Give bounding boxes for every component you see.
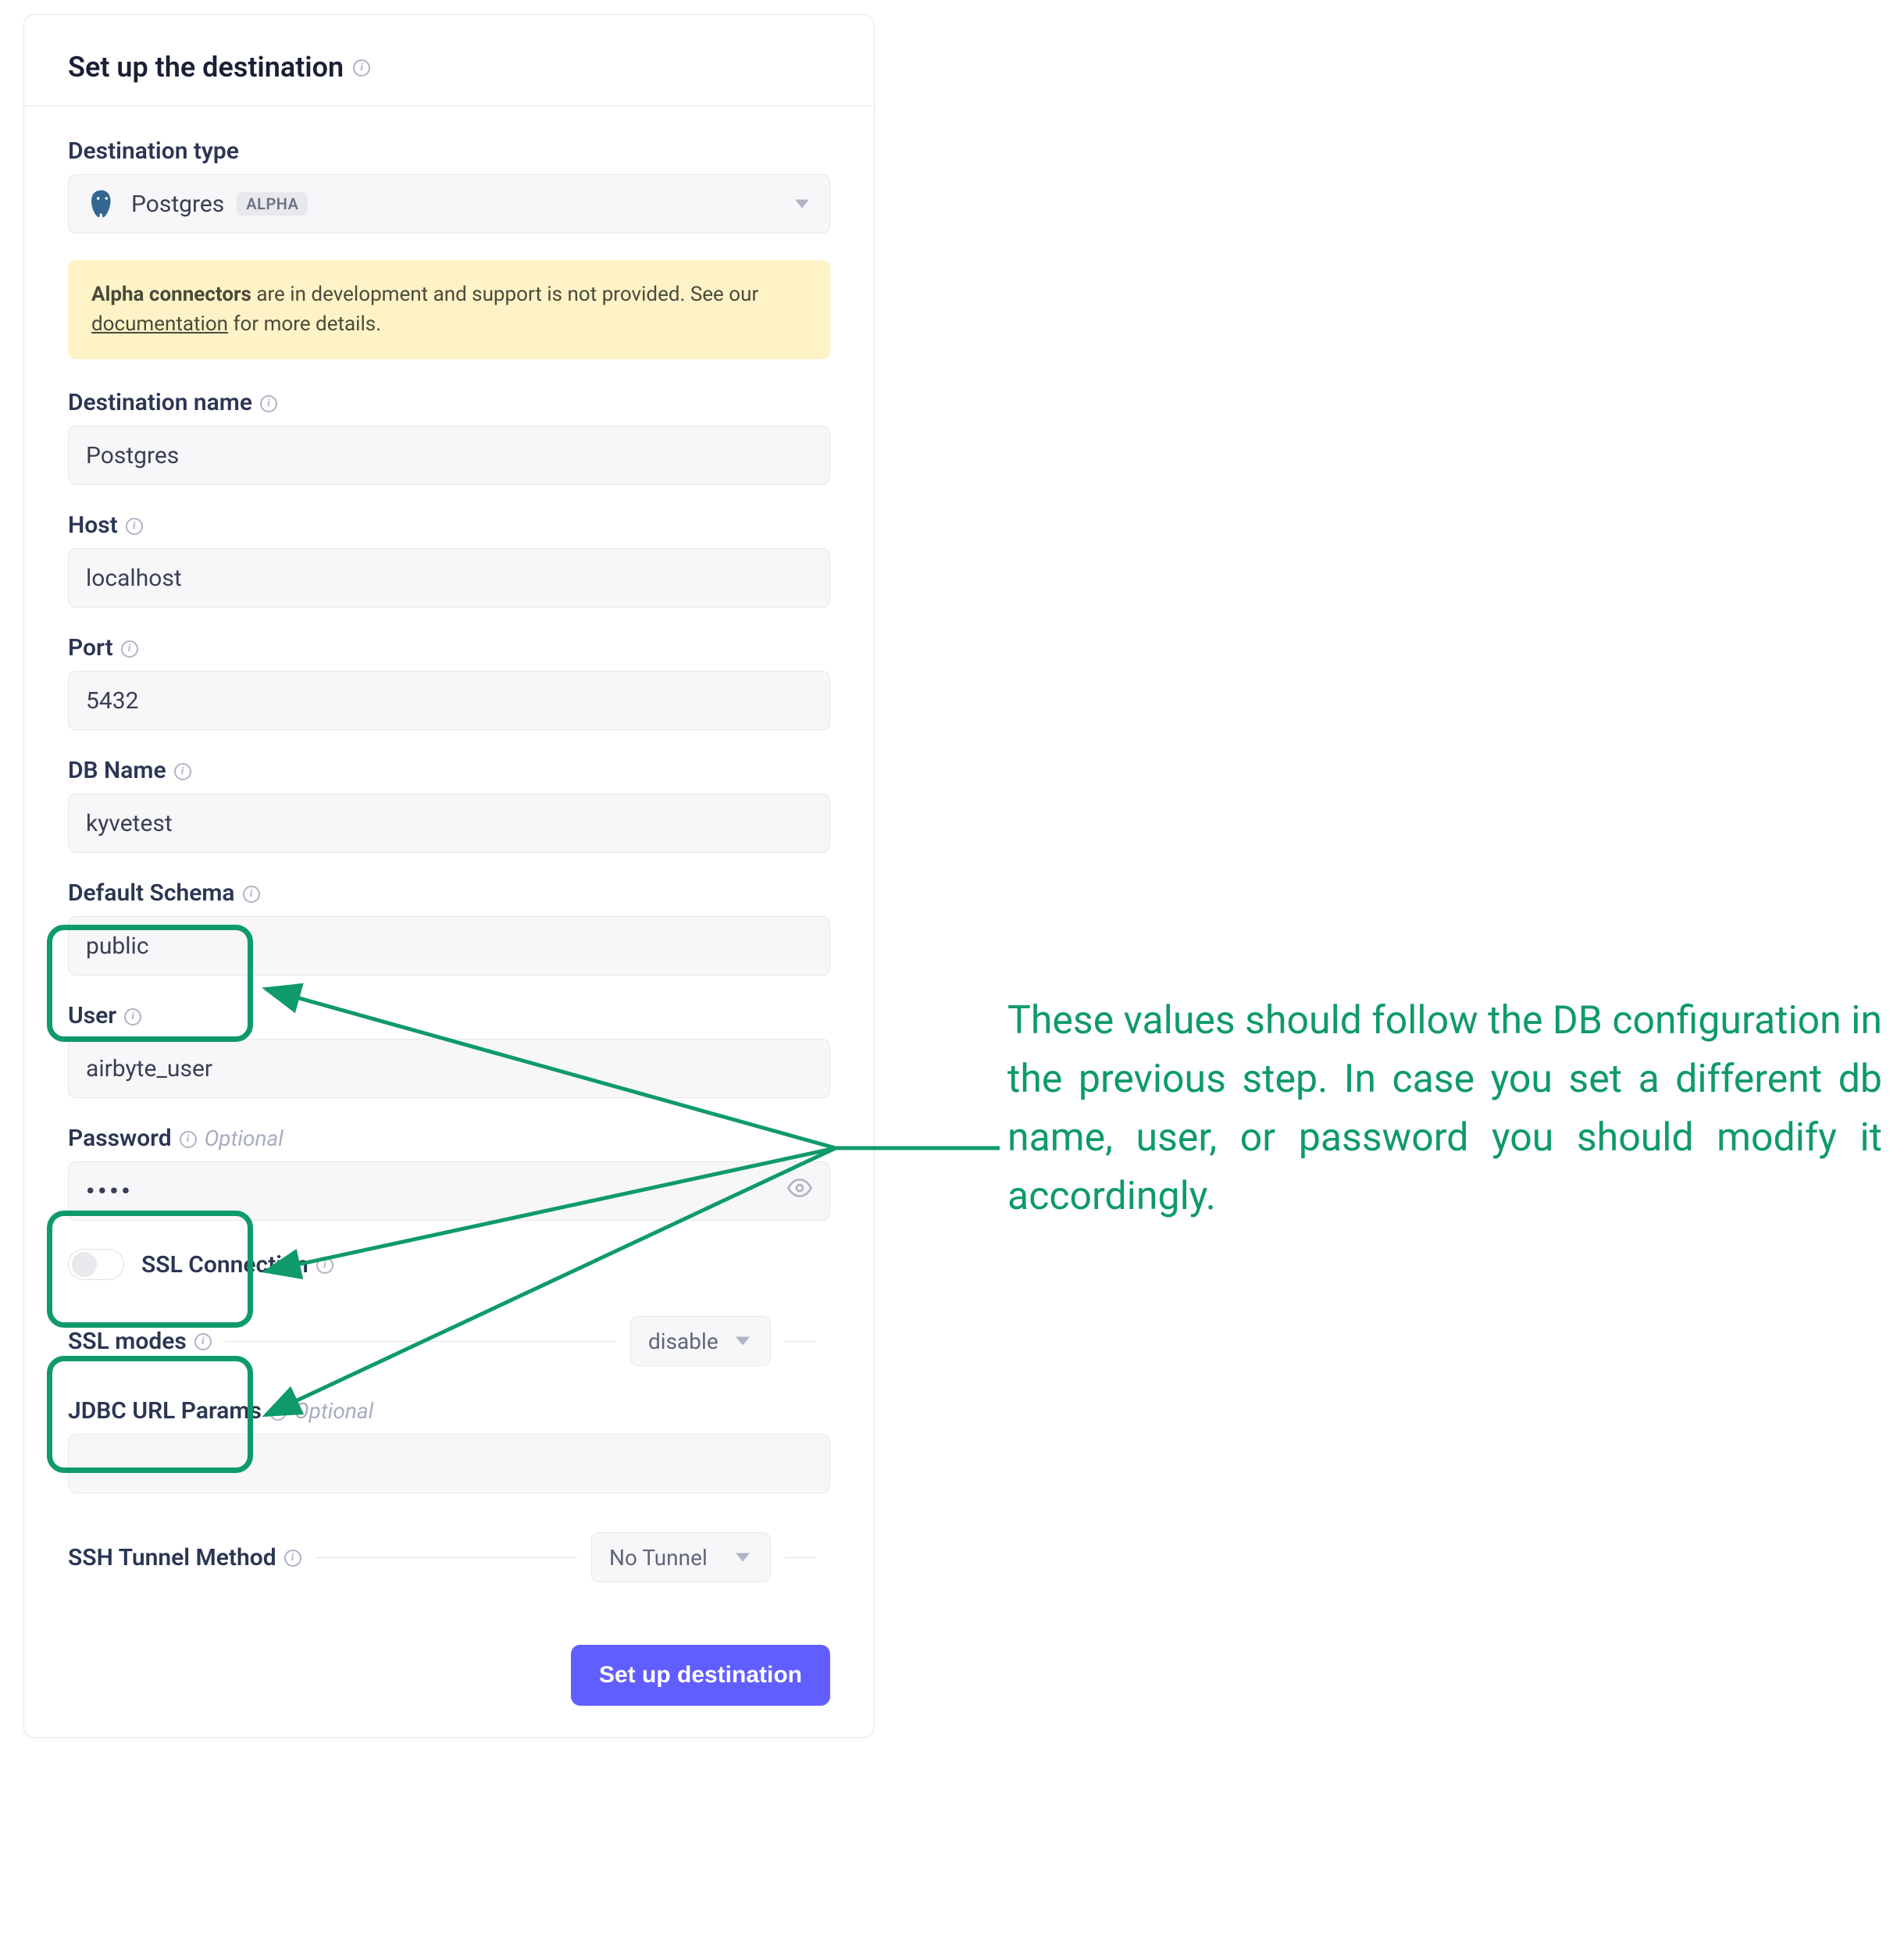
optional-hint: Optional [294, 1398, 373, 1424]
user-input[interactable] [68, 1039, 830, 1098]
optional-hint: Optional [205, 1125, 283, 1151]
alpha-warning-alert: Alpha connectors are in development and … [68, 260, 830, 359]
db-name-label-text: DB Name [68, 757, 166, 784]
field-default-schema: Default Schema [68, 879, 830, 975]
default-schema-label: Default Schema [68, 879, 830, 907]
destination-setup-panel: Set up the destination Destination type … [23, 14, 875, 1738]
panel-body: Destination type Postgres ALPHA Alpha co… [24, 106, 874, 1582]
divider [226, 1341, 616, 1342]
info-icon[interactable] [121, 640, 138, 658]
field-password: Password Optional [68, 1125, 830, 1221]
submit-row: Set up destination [24, 1637, 874, 1706]
password-input-el[interactable] [86, 1178, 812, 1205]
user-label: User [68, 1002, 830, 1029]
port-input[interactable] [68, 671, 830, 730]
destination-type-select[interactable]: Postgres ALPHA [68, 174, 830, 234]
chevron-down-icon [736, 1337, 750, 1346]
db-name-input[interactable] [68, 794, 830, 853]
ssl-modes-label-text: SSL modes [68, 1328, 187, 1355]
annotation-text: These values should follow the DB config… [1007, 992, 1882, 1226]
port-label-text: Port [68, 634, 113, 662]
info-icon[interactable] [260, 395, 277, 412]
ssl-modes-row: SSL modes disable [68, 1316, 830, 1366]
db-name-input-el[interactable] [86, 810, 812, 837]
user-label-text: User [68, 1002, 116, 1029]
info-icon[interactable] [243, 886, 260, 903]
host-input-el[interactable] [86, 565, 812, 592]
ssh-tunnel-label: SSH Tunnel Method [68, 1544, 301, 1571]
divider [785, 1341, 816, 1342]
ssl-connection-row: SSL Connection [68, 1249, 830, 1280]
default-schema-label-text: Default Schema [68, 879, 235, 907]
default-schema-input[interactable] [68, 916, 830, 975]
eye-icon[interactable] [787, 1175, 812, 1207]
host-label-text: Host [68, 512, 118, 539]
host-input[interactable] [68, 548, 830, 608]
field-port: Port [68, 634, 830, 730]
host-label: Host [68, 512, 830, 539]
password-label-text: Password [68, 1125, 172, 1152]
ssl-modes-value: disable [648, 1328, 718, 1354]
alert-rest: are in development and support is not pr… [251, 283, 758, 306]
toggle-knob [72, 1252, 97, 1277]
alert-tail: for more details. [228, 312, 381, 336]
destination-name-label: Destination name [68, 389, 830, 416]
ssh-tunnel-value: No Tunnel [609, 1545, 708, 1571]
field-jdbc: JDBC URL Params Optional [68, 1397, 830, 1493]
field-destination-name: Destination name [68, 389, 830, 485]
password-input[interactable] [68, 1161, 830, 1221]
jdbc-input-el[interactable] [86, 1450, 812, 1478]
port-input-el[interactable] [86, 687, 812, 715]
user-input-el[interactable] [86, 1055, 812, 1082]
alpha-badge: ALPHA [237, 192, 308, 216]
info-icon[interactable] [126, 518, 143, 535]
destination-name-input-el[interactable] [86, 442, 812, 469]
documentation-link[interactable]: documentation [91, 312, 228, 336]
chevron-down-icon [736, 1553, 750, 1562]
postgres-icon [86, 187, 119, 220]
password-label: Password Optional [68, 1125, 830, 1152]
setup-destination-button[interactable]: Set up destination [571, 1645, 830, 1706]
jdbc-input[interactable] [68, 1434, 830, 1493]
divider [316, 1557, 577, 1558]
info-icon[interactable] [174, 763, 191, 780]
destination-type-value: Postgres [131, 191, 224, 218]
jdbc-label: JDBC URL Params Optional [68, 1397, 830, 1425]
ssl-modes-label: SSL modes [68, 1328, 212, 1355]
panel-header: Set up the destination [24, 15, 874, 106]
page-title: Set up the destination [68, 51, 370, 84]
info-icon[interactable] [124, 1008, 141, 1025]
destination-type-label-text: Destination type [68, 137, 239, 165]
ssl-connection-label-text: SSL Connection [141, 1251, 308, 1279]
alert-strong: Alpha connectors [91, 283, 251, 306]
field-db-name: DB Name [68, 757, 830, 853]
field-user: User [68, 1002, 830, 1098]
ssh-tunnel-label-text: SSH Tunnel Method [68, 1544, 276, 1571]
default-schema-input-el[interactable] [86, 933, 812, 960]
divider [785, 1557, 816, 1558]
chevron-down-icon [795, 200, 809, 209]
info-icon[interactable] [284, 1550, 301, 1567]
field-destination-type: Destination type Postgres ALPHA [68, 137, 830, 234]
destination-name-label-text: Destination name [68, 389, 252, 416]
info-icon[interactable] [269, 1403, 287, 1421]
ssl-modes-select[interactable]: disable [630, 1316, 771, 1366]
info-icon[interactable] [353, 59, 370, 77]
ssh-tunnel-row: SSH Tunnel Method No Tunnel [68, 1532, 830, 1582]
ssh-tunnel-select[interactable]: No Tunnel [591, 1532, 771, 1582]
info-icon[interactable] [180, 1131, 197, 1148]
db-name-label: DB Name [68, 757, 830, 784]
jdbc-label-text: JDBC URL Params [68, 1397, 262, 1425]
info-icon[interactable] [194, 1333, 212, 1350]
page-title-text: Set up the destination [68, 51, 344, 84]
info-icon[interactable] [316, 1257, 333, 1274]
destination-type-label: Destination type [68, 137, 830, 165]
ssl-connection-toggle[interactable] [68, 1249, 124, 1280]
field-host: Host [68, 512, 830, 608]
destination-name-input[interactable] [68, 426, 830, 485]
ssl-connection-label: SSL Connection [141, 1251, 333, 1279]
port-label: Port [68, 634, 830, 662]
